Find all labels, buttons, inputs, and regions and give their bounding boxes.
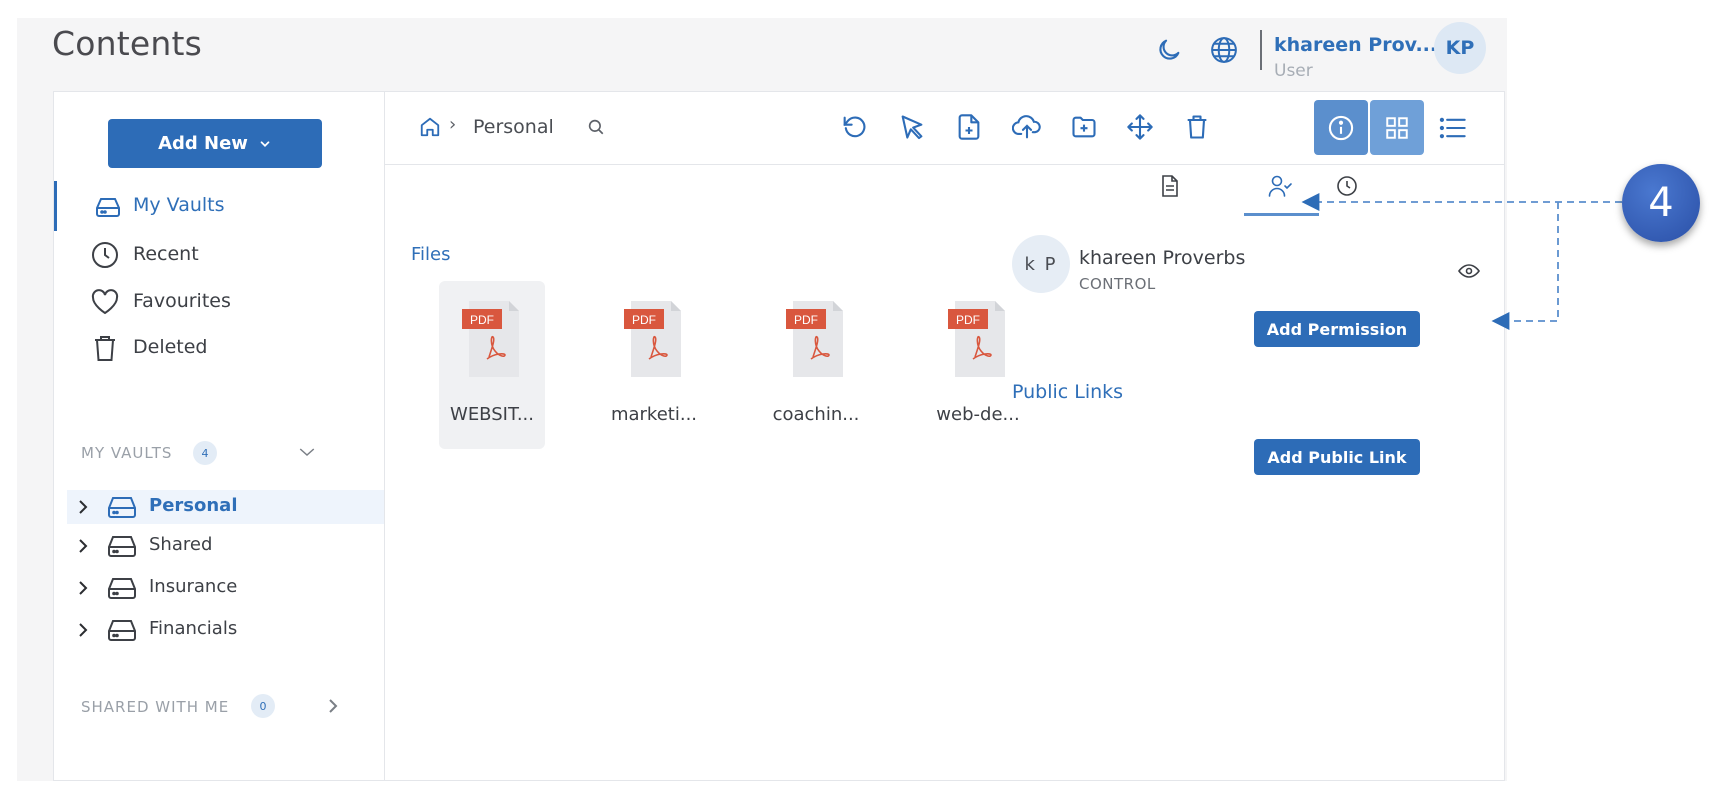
vault-shared[interactable]: Shared bbox=[67, 529, 384, 563]
file-name: web-de... bbox=[936, 404, 1020, 425]
add-new-label: Add New bbox=[158, 133, 248, 154]
add-permission-button[interactable]: Add Permission bbox=[1254, 311, 1420, 347]
grid-view-icon[interactable] bbox=[1370, 100, 1424, 155]
vault-financials[interactable]: Financials bbox=[67, 613, 384, 647]
info-icon[interactable] bbox=[1314, 100, 1368, 155]
page-title: Contents bbox=[52, 24, 203, 63]
globe-icon[interactable] bbox=[1206, 32, 1242, 68]
header-divider bbox=[1260, 30, 1262, 70]
files-section-label: Files bbox=[411, 244, 451, 265]
drive-icon bbox=[108, 578, 136, 599]
chevron-right-icon[interactable] bbox=[77, 579, 89, 597]
nav-label: My Vaults bbox=[133, 194, 225, 216]
new-file-icon[interactable] bbox=[952, 110, 986, 144]
list-view-icon[interactable] bbox=[1426, 100, 1480, 155]
history-icon bbox=[1337, 176, 1357, 196]
select-icon[interactable] bbox=[895, 110, 929, 144]
pdf-file-icon: PDF bbox=[948, 301, 1005, 377]
nav-deleted[interactable]: Deleted bbox=[54, 326, 384, 370]
permission-avatar: k P bbox=[1012, 235, 1070, 293]
add-public-link-button[interactable]: Add Public Link bbox=[1254, 439, 1420, 475]
shared-with-me-section-title: SHARED WITH ME bbox=[81, 698, 230, 716]
nav-label: Favourites bbox=[133, 290, 231, 312]
chevron-right-icon[interactable] bbox=[77, 537, 89, 555]
pdf-file-icon: PDF bbox=[624, 301, 681, 377]
new-folder-icon[interactable] bbox=[1067, 110, 1101, 144]
file-name: WEBSIT... bbox=[450, 404, 534, 425]
drive-icon bbox=[96, 198, 120, 217]
search-icon[interactable] bbox=[587, 118, 605, 136]
chevron-right-icon[interactable] bbox=[328, 698, 338, 714]
public-links-heading: Public Links bbox=[1012, 381, 1124, 403]
vault-label: Shared bbox=[149, 534, 213, 555]
shared-count-badge: 0 bbox=[251, 694, 275, 718]
heart-icon bbox=[91, 289, 119, 315]
user-name[interactable]: khareen Prov... bbox=[1274, 34, 1437, 56]
permission-user-name: khareen Proverbs bbox=[1079, 247, 1246, 269]
svg-text:PDF: PDF bbox=[632, 313, 656, 327]
delete-icon[interactable] bbox=[1180, 110, 1214, 144]
upload-icon[interactable] bbox=[1010, 110, 1044, 144]
drive-icon bbox=[108, 620, 136, 641]
permission-level: CONTROL bbox=[1079, 275, 1156, 293]
add-new-button[interactable]: Add New bbox=[108, 119, 322, 168]
svg-text:PDF: PDF bbox=[794, 313, 818, 327]
document-icon bbox=[1162, 175, 1178, 197]
pdf-file-icon: PDF bbox=[462, 301, 519, 377]
home-icon[interactable] bbox=[419, 116, 441, 138]
vault-count-badge: 4 bbox=[193, 441, 217, 465]
moon-icon[interactable] bbox=[1151, 32, 1187, 68]
vault-label: Insurance bbox=[149, 576, 238, 597]
drive-icon bbox=[108, 536, 136, 557]
avatar[interactable]: KP bbox=[1434, 22, 1486, 74]
file-name: marketi... bbox=[610, 404, 698, 425]
nav-label: Recent bbox=[133, 243, 199, 265]
breadcrumb-separator: › bbox=[449, 114, 457, 135]
chevron-down-icon[interactable] bbox=[298, 445, 316, 459]
file-name: coachin... bbox=[772, 404, 860, 425]
nav-my-vaults[interactable]: My Vaults bbox=[54, 181, 387, 231]
move-icon[interactable] bbox=[1123, 110, 1157, 144]
nav-favourites[interactable]: Favourites bbox=[54, 280, 384, 324]
trash-icon bbox=[95, 336, 115, 361]
eye-icon[interactable] bbox=[1458, 263, 1480, 279]
main-area: › Personal Files PDF WEBSIT... PDF marke… bbox=[385, 92, 1504, 780]
vault-label: Financials bbox=[149, 618, 238, 639]
active-tab-indicator bbox=[1244, 213, 1319, 216]
drive-icon bbox=[108, 497, 136, 518]
chevron-down-icon bbox=[260, 140, 270, 147]
pdf-file-icon: PDF bbox=[786, 301, 843, 377]
svg-text:PDF: PDF bbox=[956, 313, 980, 327]
file-item[interactable]: PDF web-de... bbox=[925, 281, 1031, 449]
chevron-right-icon[interactable] bbox=[77, 498, 89, 516]
nav-recent[interactable]: Recent bbox=[54, 233, 384, 277]
tab-history[interactable] bbox=[1331, 170, 1363, 202]
file-item[interactable]: PDF coachin... bbox=[763, 281, 869, 449]
file-item[interactable]: PDF marketi... bbox=[601, 281, 707, 449]
user-role: User bbox=[1274, 61, 1313, 81]
step-callout: 4 bbox=[1622, 164, 1700, 242]
refresh-icon[interactable] bbox=[837, 110, 871, 144]
sidebar: Add New My Vaults Recent Favourites Dele… bbox=[54, 92, 385, 780]
tab-details[interactable] bbox=[1154, 170, 1186, 202]
tab-permissions[interactable] bbox=[1265, 170, 1297, 202]
my-vaults-section-title: MY VAULTS bbox=[81, 444, 173, 462]
nav-label: Deleted bbox=[133, 336, 208, 358]
chevron-right-icon[interactable] bbox=[77, 621, 89, 639]
vault-label: Personal bbox=[149, 495, 238, 516]
toolbar: › Personal bbox=[385, 92, 1504, 165]
user-check-icon bbox=[1268, 175, 1292, 197]
clock-icon bbox=[92, 242, 118, 268]
vault-personal[interactable]: Personal bbox=[67, 490, 384, 524]
svg-text:PDF: PDF bbox=[470, 313, 494, 327]
content-panel: Add New My Vaults Recent Favourites Dele… bbox=[53, 91, 1505, 781]
vault-insurance[interactable]: Insurance bbox=[67, 571, 384, 605]
file-item[interactable]: PDF WEBSIT... bbox=[439, 281, 545, 449]
breadcrumb[interactable]: Personal bbox=[473, 116, 554, 138]
